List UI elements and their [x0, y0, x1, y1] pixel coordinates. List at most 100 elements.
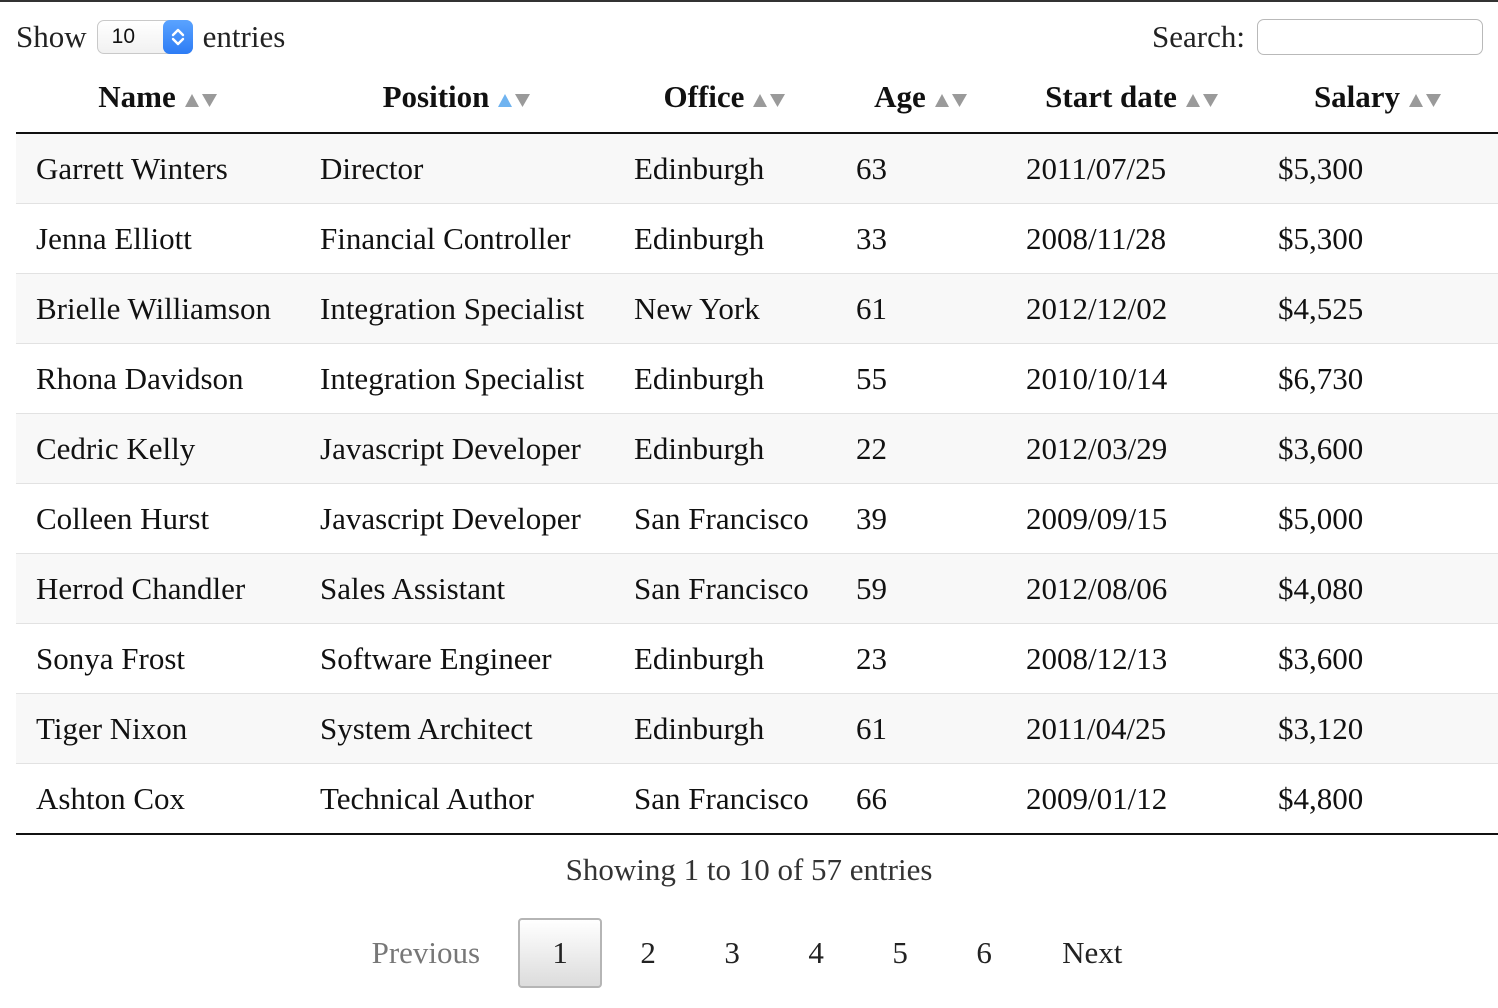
- table-row: Herrod Chandler Sales Assistant San Franci…: [16, 553, 1498, 624]
- cell-age: 33: [836, 203, 1006, 274]
- column-header-label: Salary: [1313, 79, 1401, 114]
- cell-start-date: 2009/09/15: [1006, 483, 1258, 554]
- column-header-label: Name: [98, 79, 176, 114]
- page-button-5[interactable]: 5: [858, 918, 942, 988]
- pagination: Previous 123456 Next: [0, 918, 1498, 988]
- column-header-label: Office: [663, 79, 745, 114]
- top-border: [0, 0, 1498, 2]
- column-header-name[interactable]: Name: [16, 62, 300, 134]
- cell-position: System Architect: [300, 693, 614, 764]
- page-button-1[interactable]: 1: [518, 918, 603, 988]
- cell-position: Javascript Developer: [300, 413, 614, 484]
- column-header-position[interactable]: Position: [300, 62, 614, 134]
- cell-name: Cedric Kelly: [16, 413, 300, 484]
- cell-name: Brielle Williamson: [16, 273, 300, 344]
- cell-start-date: 2008/11/28: [1006, 203, 1258, 274]
- cell-name: Ashton Cox: [16, 763, 300, 835]
- cell-position: Financial Controller: [300, 203, 614, 274]
- select-stepper-icon: [162, 20, 193, 54]
- cell-office: Edinburgh: [614, 693, 836, 764]
- sort-arrows-icon: [934, 91, 968, 109]
- cell-name: Colleen Hurst: [16, 483, 300, 554]
- cell-salary: $5,300: [1258, 133, 1498, 204]
- sort-arrows-icon: [497, 91, 531, 109]
- cell-start-date: 2012/03/29: [1006, 413, 1258, 484]
- table-header-row: Name Position Office Age Start date Salary: [16, 62, 1498, 134]
- cell-start-date: 2011/07/25: [1006, 133, 1258, 204]
- cell-salary: $4,080: [1258, 553, 1498, 624]
- employee-table: Name Position Office Age Start date Salary Ga…: [16, 62, 1498, 835]
- cell-position: Technical Author: [300, 763, 614, 835]
- page-button-4[interactable]: 4: [774, 918, 858, 988]
- cell-name: Herrod Chandler: [16, 553, 300, 624]
- cell-start-date: 2009/01/12: [1006, 763, 1258, 835]
- column-header-label: Position: [382, 79, 490, 114]
- cell-start-date: 2010/10/14: [1006, 343, 1258, 414]
- cell-salary: $5,300: [1258, 203, 1498, 274]
- cell-position: Integration Specialist: [300, 273, 614, 344]
- column-header-label: Age: [874, 79, 926, 114]
- next-button[interactable]: Next: [1026, 918, 1126, 988]
- table-row: Garrett Winters Director Edinburgh 63 2011/0…: [16, 133, 1498, 204]
- cell-age: 22: [836, 413, 1006, 484]
- cell-position: Sales Assistant: [300, 553, 614, 624]
- page-button-6[interactable]: 6: [942, 918, 1026, 988]
- table-row: Sonya Frost Software Engineer Edinburgh 23 2…: [16, 623, 1498, 694]
- cell-name: Tiger Nixon: [16, 693, 300, 764]
- table-info: Showing 1 to 10 of 57 entries: [565, 852, 933, 887]
- sort-arrows-icon: [752, 91, 786, 109]
- cell-office: Edinburgh: [614, 413, 836, 484]
- table-body: Garrett Winters Director Edinburgh 63 2011/0…: [16, 133, 1498, 835]
- cell-position: Javascript Developer: [300, 483, 614, 554]
- cell-name: Rhona Davidson: [16, 343, 300, 414]
- search-input[interactable]: [1257, 19, 1483, 55]
- table-row: Cedric Kelly Javascript Developer Edinburg…: [16, 413, 1498, 484]
- cell-age: 23: [836, 623, 1006, 694]
- table-row: Rhona Davidson Integration Specialist Edin…: [16, 343, 1498, 414]
- cell-position: Director: [300, 133, 614, 204]
- cell-name: Garrett Winters: [16, 133, 300, 204]
- cell-start-date: 2012/12/02: [1006, 273, 1258, 344]
- cell-office: Edinburgh: [614, 203, 836, 274]
- cell-salary: $3,120: [1258, 693, 1498, 764]
- column-header-salary[interactable]: Salary: [1258, 62, 1498, 134]
- cell-office: New York: [614, 273, 836, 344]
- cell-salary: $6,730: [1258, 343, 1498, 414]
- show-label: Show: [16, 19, 87, 54]
- cell-office: San Francisco: [614, 553, 836, 624]
- entries-per-page-select[interactable]: 10: [96, 20, 193, 54]
- cell-office: Edinburgh: [614, 623, 836, 694]
- cell-salary: $3,600: [1258, 413, 1498, 484]
- cell-age: 66: [836, 763, 1006, 835]
- entries-length-control: Show 10 entries: [16, 16, 285, 58]
- cell-age: 63: [836, 133, 1006, 204]
- cell-age: 55: [836, 343, 1006, 414]
- column-header-start-date[interactable]: Start date: [1006, 62, 1258, 134]
- cell-age: 61: [836, 273, 1006, 344]
- table-row: Jenna Elliott Financial Controller Edinbur…: [16, 203, 1498, 274]
- table-row: Tiger Nixon System Architect Edinburgh 61 20…: [16, 693, 1498, 764]
- cell-office: Edinburgh: [614, 133, 836, 204]
- cell-office: Edinburgh: [614, 343, 836, 414]
- page-button-3[interactable]: 3: [690, 918, 774, 988]
- sort-arrows-icon: [184, 91, 218, 109]
- cell-office: San Francisco: [614, 763, 836, 835]
- cell-salary: $4,525: [1258, 273, 1498, 344]
- cell-age: 59: [836, 553, 1006, 624]
- cell-start-date: 2012/08/06: [1006, 553, 1258, 624]
- search-control: Search:: [1152, 16, 1483, 58]
- cell-name: Jenna Elliott: [16, 203, 300, 274]
- column-header-age[interactable]: Age: [836, 62, 1006, 134]
- previous-button[interactable]: Previous: [372, 918, 519, 988]
- page-button-2[interactable]: 2: [606, 918, 690, 988]
- column-header-label: Start date: [1045, 79, 1177, 114]
- entries-per-page-value: 10: [111, 25, 135, 48]
- search-label: Search:: [1152, 19, 1245, 54]
- table-row: Ashton Cox Technical Author San Francisco 6…: [16, 763, 1498, 835]
- column-header-office[interactable]: Office: [614, 62, 836, 134]
- cell-salary: $3,600: [1258, 623, 1498, 694]
- cell-position: Software Engineer: [300, 623, 614, 694]
- cell-age: 39: [836, 483, 1006, 554]
- table-row: Brielle Williamson Integration Specialist…: [16, 273, 1498, 344]
- cell-office: San Francisco: [614, 483, 836, 554]
